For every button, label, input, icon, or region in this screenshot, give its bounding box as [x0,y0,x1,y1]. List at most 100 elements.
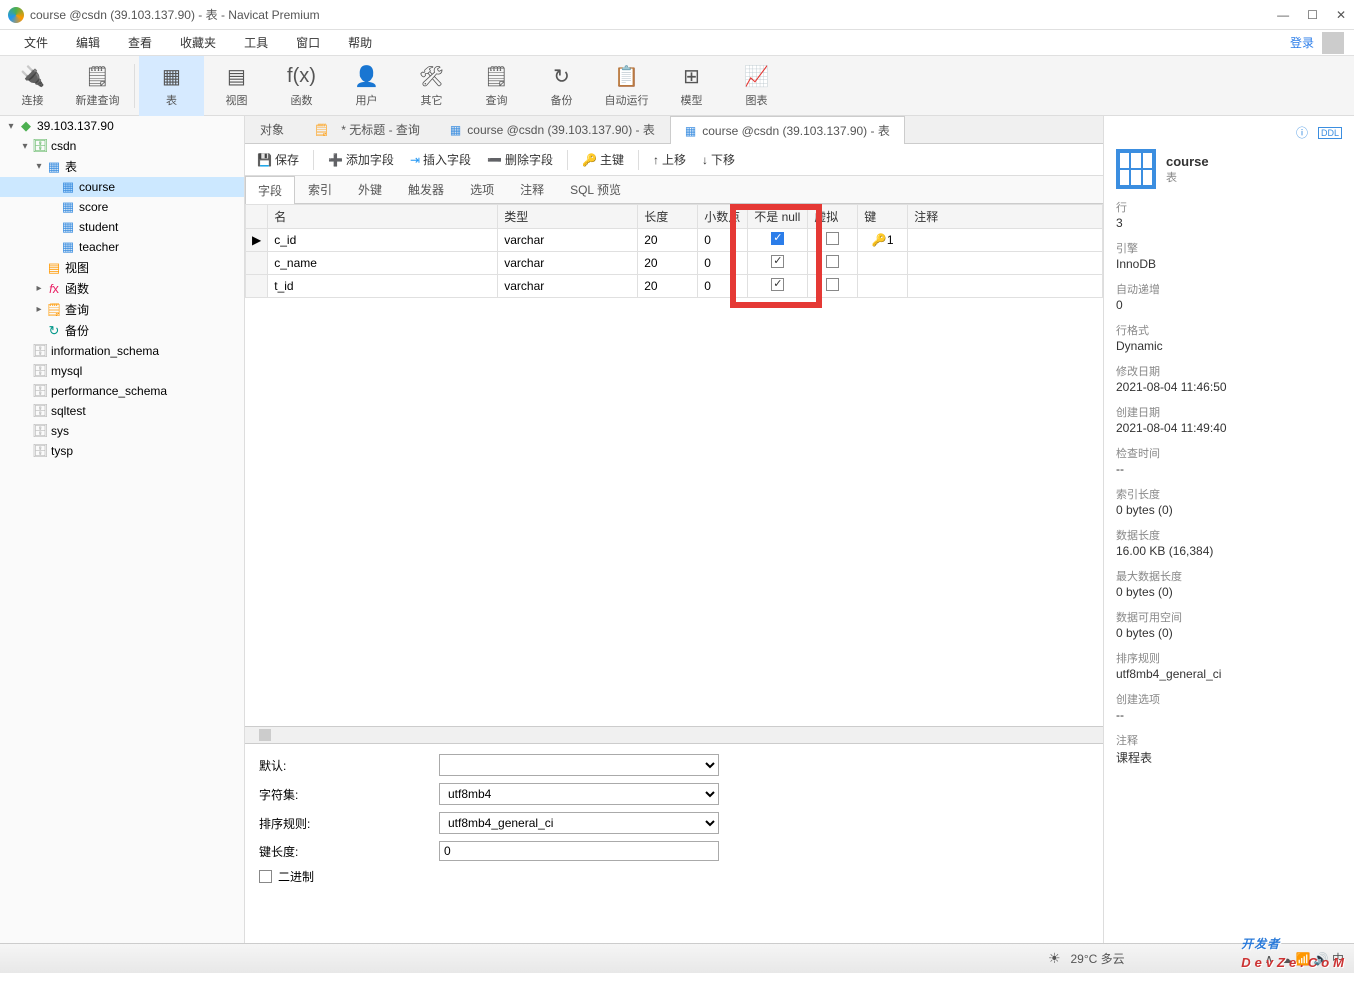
tree-table-course[interactable]: ▦course [0,177,244,197]
menu-favorites[interactable]: 收藏夹 [166,32,230,53]
subtab-选项[interactable]: 选项 [457,175,507,203]
tree-db-performance-schema[interactable]: 🗄performance_schema [0,381,244,401]
toolbar-其它[interactable]: 🛠其它 [399,56,464,116]
subtab-字段[interactable]: 字段 [245,176,295,204]
toolbar-连接[interactable]: 🔌连接 [0,56,65,116]
tree-db-mysql[interactable]: 🗄mysql [0,361,244,381]
toolbar-备份[interactable]: ↻备份 [529,56,594,116]
virtual-checkbox[interactable] [826,232,839,245]
info-section: 检查时间-- [1116,445,1342,476]
move-up-button[interactable]: ↑上移 [647,148,692,171]
tree-tables-group[interactable]: ▾▦表 [0,156,244,177]
info-icon[interactable]: ⓘ [1296,124,1308,141]
doctab-course-1[interactable]: ▦course @csdn (39.103.137.90) - 表 [435,115,670,143]
tree-database[interactable]: ▾🗄csdn [0,136,244,156]
save-icon: 💾 [257,153,272,167]
toolbar-视图[interactable]: ▤视图 [204,56,269,116]
collation-input[interactable]: utf8mb4_general_ci [439,812,719,834]
table-row[interactable]: c_namevarchar200 [246,252,1103,275]
toolbar-icon: f(x) [287,64,316,90]
tree-db-sys[interactable]: 🗄sys [0,421,244,441]
doctab-query[interactable]: 🗒* 无标题 - 查询 [299,115,435,143]
menu-help[interactable]: 帮助 [334,32,386,53]
virtual-checkbox[interactable] [826,278,839,291]
doctab-course-2[interactable]: ▦course @csdn (39.103.137.90) - 表 [670,116,905,144]
charset-input[interactable]: utf8mb4 [439,783,719,805]
subtab-外键[interactable]: 外键 [345,175,395,203]
col-length[interactable]: 长度 [638,205,698,229]
menu-window[interactable]: 窗口 [282,32,334,53]
close-button[interactable]: ✕ [1336,8,1346,22]
binary-checkbox[interactable] [259,870,272,883]
col-comment[interactable]: 注释 [908,205,1103,229]
notnull-checkbox[interactable] [771,232,784,245]
toolbar-查询[interactable]: 🗒查询 [464,56,529,116]
doctab-objects[interactable]: 对象 [245,115,299,143]
object-name: course [1166,154,1209,169]
titlebar: course @csdn (39.103.137.90) - 表 - Navic… [0,0,1354,30]
tree-table-student[interactable]: ▦student [0,217,244,237]
tree-views[interactable]: ▤视图 [0,257,244,278]
keylen-input[interactable] [439,841,719,861]
toolbar: 🔌连接🗒新建查询▦表▤视图f(x)函数👤用户🛠其它🗒查询↻备份📋自动运行⊞模型📈… [0,56,1354,116]
menu-tools[interactable]: 工具 [230,32,282,53]
toolbar-模型[interactable]: ⊞模型 [659,56,724,116]
notnull-checkbox[interactable] [771,255,784,268]
horizontal-scrollbar[interactable] [245,726,1103,743]
tree-table-score[interactable]: ▦score [0,197,244,217]
insert-field-button[interactable]: ⇥插入字段 [404,148,477,171]
menu-view[interactable]: 查看 [114,32,166,53]
virtual-checkbox[interactable] [826,255,839,268]
ddl-icon[interactable]: DDL [1318,127,1342,139]
subtab-触发器[interactable]: 触发器 [395,175,457,203]
table-icon [1116,149,1156,189]
fields-grid[interactable]: 名 类型 长度 小数点 不是 null 虚拟 键 注释 ▶ c_idvarcha… [245,204,1103,298]
menu-file[interactable]: 文件 [10,32,62,53]
col-decimal[interactable]: 小数点 [698,205,748,229]
subtab-SQL 预览[interactable]: SQL 预览 [557,175,634,203]
col-virtual[interactable]: 虚拟 [808,205,858,229]
toolbar-用户[interactable]: 👤用户 [334,56,399,116]
table-row[interactable]: t_idvarchar200 [246,275,1103,298]
default-label: 默认: [259,757,439,774]
tree-db-tysp[interactable]: 🗄tysp [0,441,244,461]
tree-table-teacher[interactable]: ▦teacher [0,237,244,257]
info-section: 创建选项-- [1116,691,1342,722]
toolbar-icon: ↻ [553,64,570,90]
delete-field-button[interactable]: ➖删除字段 [481,148,559,171]
toolbar-函数[interactable]: f(x)函数 [269,56,334,116]
col-notnull[interactable]: 不是 null [748,205,808,229]
col-type[interactable]: 类型 [498,205,638,229]
info-panel: ⓘ DDL course表 行3引擎InnoDB自动递增0行格式Dynamic修… [1104,116,1354,943]
login-link[interactable]: 登录 [1290,34,1314,51]
toolbar-新建查询[interactable]: 🗒新建查询 [65,56,130,116]
default-input[interactable] [439,754,719,776]
minimize-button[interactable]: — [1277,8,1289,22]
tree-db-information-schema[interactable]: 🗄information_schema [0,341,244,361]
add-field-button[interactable]: ➕添加字段 [322,148,400,171]
table-row[interactable]: ▶ c_idvarchar200 🔑1 [246,229,1103,252]
col-name[interactable]: 名 [268,205,498,229]
avatar[interactable] [1322,32,1344,54]
tree-funcs[interactable]: ▸fx函数 [0,278,244,299]
save-button[interactable]: 💾保存 [251,148,305,171]
binary-label: 二进制 [278,868,314,885]
subtab-注释[interactable]: 注释 [507,175,557,203]
toolbar-表[interactable]: ▦表 [139,56,204,116]
move-down-button[interactable]: ↓下移 [696,148,741,171]
toolbar-图表[interactable]: 📈图表 [724,56,789,116]
notnull-checkbox[interactable] [771,278,784,291]
primary-key-button[interactable]: 🔑主键 [576,148,630,171]
toolbar-icon: 🗒 [85,64,110,90]
toolbar-自动运行[interactable]: 📋自动运行 [594,56,659,116]
maximize-button[interactable]: ☐ [1307,8,1318,22]
subtab-索引[interactable]: 索引 [295,175,345,203]
menu-edit[interactable]: 编辑 [62,32,114,53]
sidebar-tree[interactable]: ▾◆39.103.137.90 ▾🗄csdn ▾▦表 ▦course ▦scor… [0,116,245,943]
tree-connection[interactable]: ▾◆39.103.137.90 [0,116,244,136]
tree-queries[interactable]: ▸🗒查询 [0,299,244,320]
toolbar-icon: ⊞ [683,64,700,90]
tree-backups[interactable]: ↻备份 [0,320,244,341]
tree-db-sqltest[interactable]: 🗄sqltest [0,401,244,421]
col-key[interactable]: 键 [858,205,908,229]
